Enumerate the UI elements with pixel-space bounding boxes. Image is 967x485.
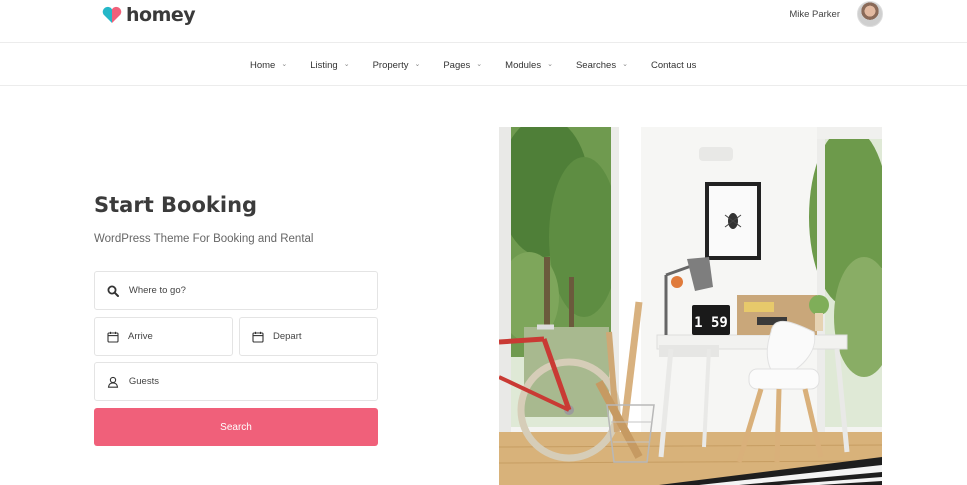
page-subtitle: WordPress Theme For Booking and Rental — [94, 233, 314, 245]
top-header: homey Mike Parker — [0, 0, 967, 43]
heart-logo-icon — [102, 6, 122, 23]
arrive-field[interactable] — [94, 317, 233, 356]
nav-item-property[interactable]: Property ⌄ — [373, 60, 421, 71]
clock-display: 1 59 — [694, 315, 728, 331]
guests-input[interactable] — [128, 376, 377, 387]
where-field[interactable] — [94, 271, 378, 310]
nav-menu: Home ⌄ Listing ⌄ Property ⌄ Pages ⌄ Modu… — [250, 44, 719, 86]
nav-item-label[interactable]: Contact us — [651, 60, 696, 71]
chevron-down-icon: ⌄ — [281, 61, 288, 68]
depart-field[interactable] — [239, 317, 378, 356]
nav-item-label[interactable]: Property — [373, 60, 409, 71]
user-icon — [107, 375, 120, 389]
depart-input[interactable] — [273, 331, 377, 342]
chevron-down-icon: ⌄ — [547, 61, 553, 68]
nav-item-label[interactable]: Listing — [310, 60, 337, 71]
chevron-down-icon: ⌄ — [414, 61, 421, 68]
hero-image: 1 59 — [499, 127, 882, 485]
nav-item-listing[interactable]: Listing ⌄ — [310, 60, 349, 71]
nav-item-label[interactable]: Modules — [505, 60, 541, 71]
where-input[interactable] — [128, 285, 377, 296]
nav-item-label[interactable]: Searches — [576, 60, 616, 71]
nav-item-searches[interactable]: Searches ⌄ — [576, 60, 628, 71]
nav-item-label[interactable]: Home — [250, 60, 275, 71]
chevron-down-icon: ⌄ — [343, 61, 350, 68]
page-title: Start Booking — [94, 193, 258, 217]
nav-item-pages[interactable]: Pages ⌄ — [443, 60, 482, 71]
user-name[interactable]: Mike Parker — [789, 9, 840, 20]
nav-item-modules[interactable]: Modules ⌄ — [505, 60, 553, 71]
main-navigation: Home ⌄ Listing ⌄ Property ⌄ Pages ⌄ Modu… — [0, 44, 967, 86]
chevron-down-icon: ⌄ — [622, 61, 628, 68]
interior-photo-illustration: 1 59 — [499, 127, 882, 485]
guests-field[interactable] — [94, 362, 378, 401]
nav-item-home[interactable]: Home ⌄ — [250, 60, 287, 71]
search-button[interactable]: Search — [94, 408, 378, 446]
arrive-input[interactable] — [128, 331, 232, 342]
nav-item-label[interactable]: Pages — [443, 60, 470, 71]
search-icon — [107, 284, 120, 298]
calendar-icon — [107, 330, 119, 344]
logo-text: homey — [126, 4, 196, 26]
chevron-down-icon: ⌄ — [476, 61, 483, 68]
user-menu[interactable]: Mike Parker — [789, 1, 883, 27]
nav-item-contact-us[interactable]: Contact us — [651, 60, 696, 71]
calendar-icon — [252, 330, 264, 344]
avatar[interactable] — [857, 1, 883, 27]
logo[interactable]: homey — [101, 4, 196, 26]
